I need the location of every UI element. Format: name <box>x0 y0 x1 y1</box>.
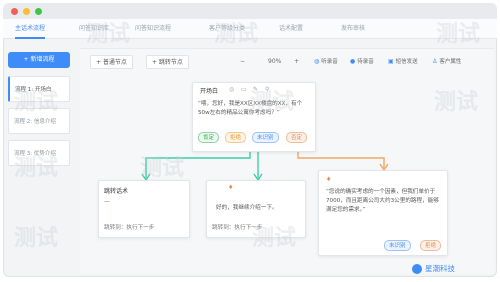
watermark-text: 测试 <box>14 90 59 115</box>
branch-chip-unrecognized-2[interactable]: 未识别 <box>384 240 411 251</box>
branch-chip-unrecognized[interactable]: 未识别 <box>252 132 279 143</box>
branch-chip-affirm[interactable]: 肯定 <box>198 132 220 143</box>
jump-script-node-target: 跳转到：执行下一步 <box>104 225 155 231</box>
recording-icon: ♦ <box>326 176 332 183</box>
jump-script-node-title: 跳转话术 <box>104 188 129 195</box>
chat-icon[interactable]: ▭ <box>241 86 247 93</box>
location-icon[interactable]: ◎ <box>229 86 234 93</box>
watermark-text: 测试 <box>252 226 297 251</box>
watermark-text: 测试 <box>250 90 295 115</box>
objection-node-script: “您说的确实考虑的一个因素，但我们单价于7000，而且距离公司大约3公里的路程，… <box>326 189 439 213</box>
branch-chip-refuse[interactable]: 拒绝 <box>225 132 247 143</box>
start-node-title: 开场白 <box>200 88 219 95</box>
brand-logo: 星潮科技 <box>412 262 455 276</box>
branch-chip-deny[interactable]: 否定 <box>286 132 308 143</box>
watermark-text: 测试 <box>14 156 59 181</box>
watermark-text: 测试 <box>14 226 59 251</box>
continue-node-script: 好的，我继续介绍一下。 <box>216 205 278 211</box>
brand-icon <box>412 264 422 274</box>
branch-chip-refuse-2[interactable]: 拒绝 <box>420 240 442 251</box>
watermark-text: 测试 <box>436 22 481 47</box>
jump-script-node-body: — <box>104 199 110 205</box>
connector-to-right <box>297 152 385 168</box>
brand-name: 星潮科技 <box>425 264 455 273</box>
watermark-text: 测试 <box>214 22 259 47</box>
watermark-text: 测试 <box>140 156 185 181</box>
recording-icon: ♦ <box>228 184 234 191</box>
watermark-text: 测试 <box>434 90 479 115</box>
watermark-text: 测试 <box>86 22 131 47</box>
